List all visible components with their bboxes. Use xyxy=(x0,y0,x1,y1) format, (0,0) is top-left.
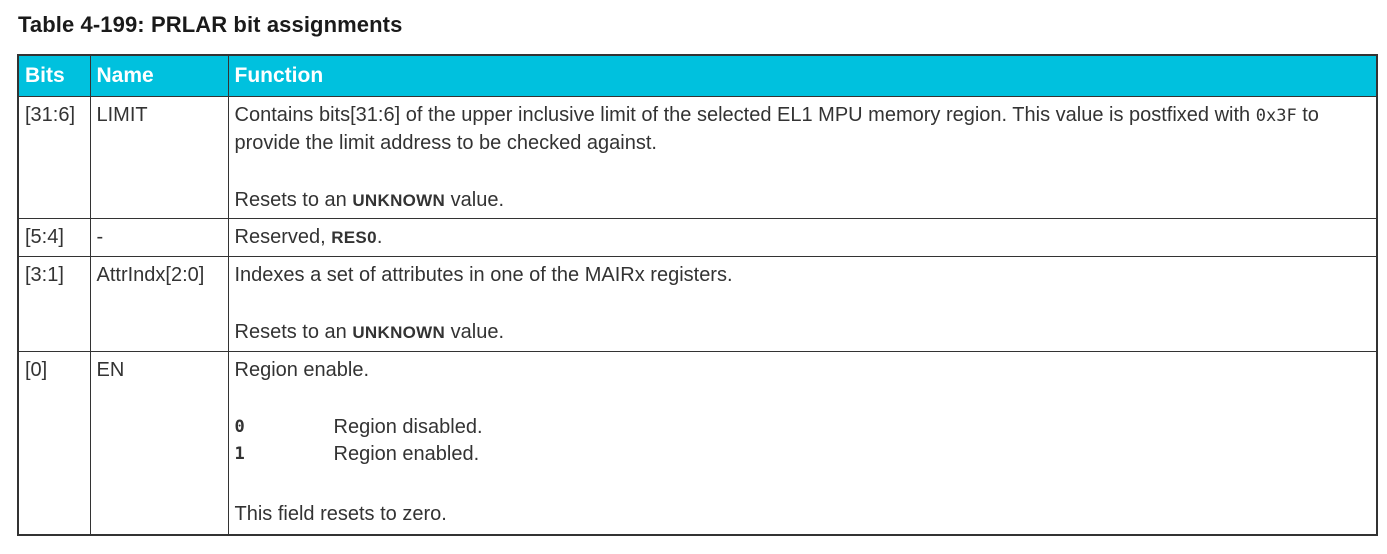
bit-assignments-table: Bits Name Function [31:6] LIMIT Contains… xyxy=(17,54,1378,536)
cell-name: LIMIT xyxy=(89,96,229,219)
cell-bits: [31:6] xyxy=(17,96,91,219)
cell-function: Region enable. 0 Region disabled. 1 Regi… xyxy=(227,351,1378,536)
function-text: Region enable. xyxy=(234,359,370,381)
function-text: Contains bits[31:6] of the upper inclusi… xyxy=(234,104,1319,154)
reset-text: This field resets to zero. xyxy=(234,503,447,525)
enum-meaning: Region enabled. xyxy=(333,443,480,465)
table-caption: Table 4-199: PRLAR bit assignments xyxy=(18,12,403,37)
keyword-unknown: UNKNOWN xyxy=(352,191,446,210)
table-row: [31:6] LIMIT Contains bits[31:6] of the … xyxy=(17,96,1378,219)
table-header-row: Bits Name Function xyxy=(17,54,1378,97)
cell-name: EN xyxy=(89,351,229,536)
keyword-res0: RES0 xyxy=(331,228,377,247)
enum-meaning: Region disabled. xyxy=(333,416,483,438)
enum-entry: 0 Region disabled. xyxy=(235,414,1373,441)
cell-name: - xyxy=(89,218,229,257)
reset-text: Resets to an UNKNOWN value. xyxy=(234,321,505,343)
reset-text: Resets to an UNKNOWN value. xyxy=(234,189,505,211)
enum-entry: 1 Region enabled. xyxy=(235,441,1373,468)
enum-value: 0 xyxy=(234,417,245,437)
hex-code: 0x3F xyxy=(1255,106,1297,126)
cell-name: AttrIndx[2:0] xyxy=(89,256,229,352)
cell-bits: [0] xyxy=(17,351,91,536)
function-text: Indexes a set of attributes in one of th… xyxy=(234,264,733,286)
cell-function: Reserved, RES0. xyxy=(227,218,1378,257)
cell-function: Contains bits[31:6] of the upper inclusi… xyxy=(227,96,1378,219)
cell-bits: [5:4] xyxy=(17,218,91,257)
table-row: [0] EN Region enable. 0 Region disabled.… xyxy=(17,351,1378,536)
cell-function: Indexes a set of attributes in one of th… xyxy=(227,256,1378,352)
header-function: Function xyxy=(227,54,1378,97)
header-bits: Bits xyxy=(17,54,91,97)
cell-bits: [3:1] xyxy=(17,256,91,352)
table-row: [5:4] - Reserved, RES0. xyxy=(17,218,1378,257)
table-row: [3:1] AttrIndx[2:0] Indexes a set of att… xyxy=(17,256,1378,352)
enum-value: 1 xyxy=(234,444,245,464)
keyword-unknown: UNKNOWN xyxy=(352,323,446,342)
header-name: Name xyxy=(89,54,229,97)
